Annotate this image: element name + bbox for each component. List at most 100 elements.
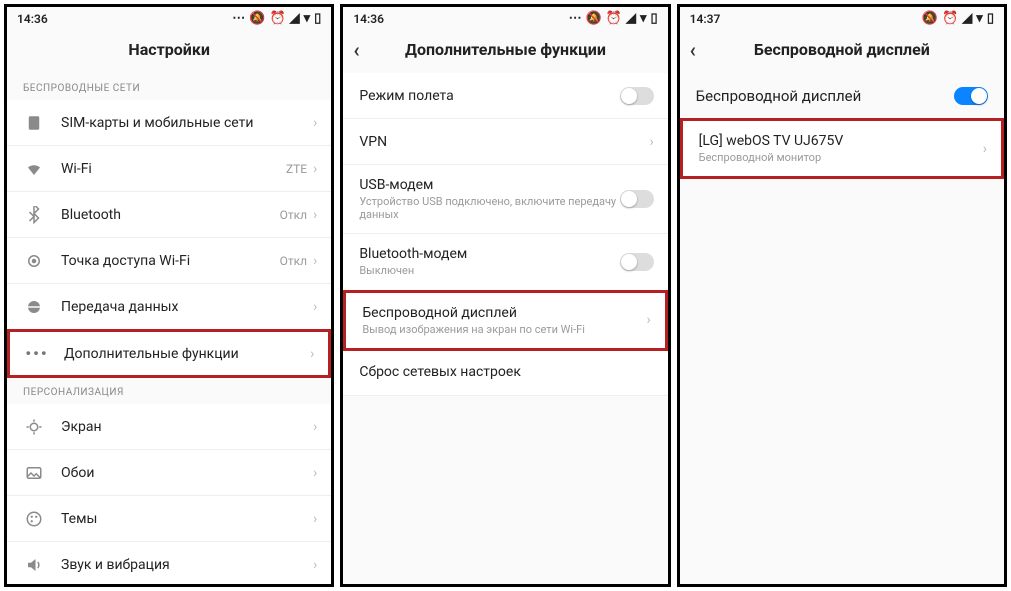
label: Режим полета <box>359 88 619 104</box>
back-button[interactable]: ‹ <box>690 40 696 60</box>
wifi-icon <box>21 160 47 178</box>
label: VPN <box>359 134 649 150</box>
bt-modem-toggle[interactable] <box>620 253 654 271</box>
alarm-icon: ⏰ <box>606 11 622 26</box>
signal-icon: ◢ <box>290 11 300 26</box>
usb-modem-toggle[interactable] <box>620 190 654 208</box>
chevron-right-icon: › <box>313 419 317 435</box>
bell-off-icon: 🔕 <box>249 11 265 26</box>
volume-icon <box>21 556 47 574</box>
status-icons: ⋯ 🔕 ⏰ ◢ ▾ ▯ <box>569 11 658 26</box>
value: Откл <box>280 208 307 222</box>
back-button[interactable]: ‹ <box>353 40 359 60</box>
clock: 14:37 <box>690 12 721 26</box>
toggle-label: Беспроводной дисплей <box>696 87 862 105</box>
label: Экран <box>61 419 313 435</box>
status-icons: ⋯ 🔕 ⏰ ◢ ▾ ▯ <box>232 11 321 26</box>
wireless-display-toggle[interactable] <box>954 87 988 105</box>
chevron-right-icon: › <box>646 312 650 328</box>
signal-icon: ◢ <box>962 11 972 26</box>
row-additional-functions[interactable]: ••• Дополнительные функции › <box>7 329 331 378</box>
row-wireless-display[interactable]: Беспроводной дисплей Вывод изображения н… <box>343 290 667 351</box>
label: Сброс сетевых настроек <box>359 364 653 380</box>
label: Дополнительные функции <box>64 346 310 362</box>
alarm-icon: ⏰ <box>269 11 285 26</box>
phone-screen-1: 14:36 ⋯ 🔕 ⏰ ◢ ▾ ▯ Настройки БЕСПРОВОДНЫЕ… <box>4 4 334 587</box>
chevron-right-icon: › <box>313 253 317 269</box>
wifi-icon: ▾ <box>304 11 311 26</box>
clock: 14:36 <box>353 12 384 26</box>
label: Звук и вибрация <box>61 557 313 573</box>
row-themes[interactable]: Темы › <box>7 496 331 542</box>
airplane-toggle[interactable] <box>620 87 654 105</box>
wifi-icon: ▾ <box>640 11 647 26</box>
row-bluetooth[interactable]: Bluetooth Откл › <box>7 192 331 238</box>
row-wallpaper[interactable]: Обои › <box>7 450 331 496</box>
row-sound[interactable]: Звук и вибрация › <box>7 542 331 587</box>
battery-icon: ▯ <box>987 11 994 26</box>
row-network-reset[interactable]: Сброс сетевых настроек <box>343 350 667 396</box>
label: Точка доступа Wi-Fi <box>61 253 280 269</box>
list-wireless: SIM-карты и мобильные сети › Wi-Fi ZTE ›… <box>7 100 331 377</box>
page-title: ‹ Беспроводной дисплей <box>680 30 1004 73</box>
row-display[interactable]: Экран › <box>7 404 331 450</box>
sublabel: Вывод изображения на экран по сети Wi-Fi <box>362 323 646 336</box>
title-text: Настройки <box>128 40 210 59</box>
label: Bluetooth <box>61 207 280 223</box>
row-data-usage[interactable]: Передача данных › <box>7 284 331 330</box>
status-bar: 14:37 🔕 ⏰ ◢ ▾ ▯ <box>680 7 1004 30</box>
label: Обои <box>61 465 313 481</box>
chevron-right-icon: › <box>313 511 317 527</box>
row-usb-modem[interactable]: USB-модем Устройство USB подключено, вкл… <box>343 165 667 234</box>
section-wireless: БЕСПРОВОДНЫЕ СЕТИ <box>7 73 331 100</box>
list-personalization: Экран › Обои › Темы › Звук и вибрация › <box>7 404 331 587</box>
bell-off-icon: 🔕 <box>586 11 602 26</box>
row-sim-cards[interactable]: SIM-карты и мобильные сети › <box>7 100 331 146</box>
clock: 14:36 <box>17 12 48 26</box>
palette-icon <box>21 510 47 528</box>
battery-icon: ▯ <box>651 11 658 26</box>
alarm-icon: ⏰ <box>942 11 958 26</box>
row-wifi[interactable]: Wi-Fi ZTE › <box>7 146 331 192</box>
phone-screen-2: 14:36 ⋯ 🔕 ⏰ ◢ ▾ ▯ ‹ Дополнительные функц… <box>340 4 670 587</box>
phone-screen-3: 14:37 🔕 ⏰ ◢ ▾ ▯ ‹ Беспроводной дисплей Б… <box>677 4 1007 587</box>
bell-off-icon: 🔕 <box>922 11 938 26</box>
more-icon: ⋯ <box>569 11 582 26</box>
bluetooth-icon <box>21 206 47 224</box>
title-text: Беспроводной дисплей <box>754 40 930 59</box>
battery-icon: ▯ <box>314 11 321 26</box>
brightness-icon <box>21 418 47 436</box>
label: Темы <box>61 511 313 527</box>
label: USB-модем <box>359 177 619 193</box>
label: Bluetooth-модем <box>359 246 619 262</box>
row-hotspot[interactable]: Точка доступа Wi-Fi Откл › <box>7 238 331 284</box>
chevron-right-icon: › <box>313 299 317 315</box>
device-sub: Беспроводной монитор <box>699 151 983 164</box>
wifi-icon: ▾ <box>976 11 983 26</box>
status-icons: 🔕 ⏰ ◢ ▾ ▯ <box>922 11 994 26</box>
row-vpn[interactable]: VPN › <box>343 119 667 165</box>
sim-icon <box>21 114 47 132</box>
signal-icon: ◢ <box>626 11 636 26</box>
chevron-right-icon: › <box>313 465 317 481</box>
image-icon <box>21 464 47 482</box>
label: Wi-Fi <box>61 161 286 177</box>
chevron-right-icon: › <box>313 557 317 573</box>
page-title: ‹ Дополнительные функции <box>343 30 667 73</box>
chevron-right-icon: › <box>310 346 314 362</box>
more-horizontal-icon: ••• <box>24 344 50 363</box>
row-device-lg-tv[interactable]: [LG] webOS TV UJ675V Беспроводной монито… <box>680 118 1004 179</box>
row-airplane-mode[interactable]: Режим полета <box>343 73 667 119</box>
value: Откл <box>280 254 307 268</box>
chevron-right-icon: › <box>313 207 317 223</box>
chevron-right-icon: › <box>983 141 987 157</box>
sublabel: Выключен <box>359 264 619 277</box>
row-bluetooth-modem[interactable]: Bluetooth-модем Выключен <box>343 234 667 290</box>
sublabel: Устройство USB подключено, включите пере… <box>359 195 619 221</box>
wireless-display-master-toggle-row: Беспроводной дисплей <box>680 73 1004 119</box>
chevron-right-icon: › <box>649 134 653 150</box>
section-personalization: ПЕРСОНАЛИЗАЦИЯ <box>7 377 331 404</box>
chevron-right-icon: › <box>313 115 317 131</box>
title-text: Дополнительные функции <box>405 40 606 59</box>
status-bar: 14:36 ⋯ 🔕 ⏰ ◢ ▾ ▯ <box>343 7 667 30</box>
